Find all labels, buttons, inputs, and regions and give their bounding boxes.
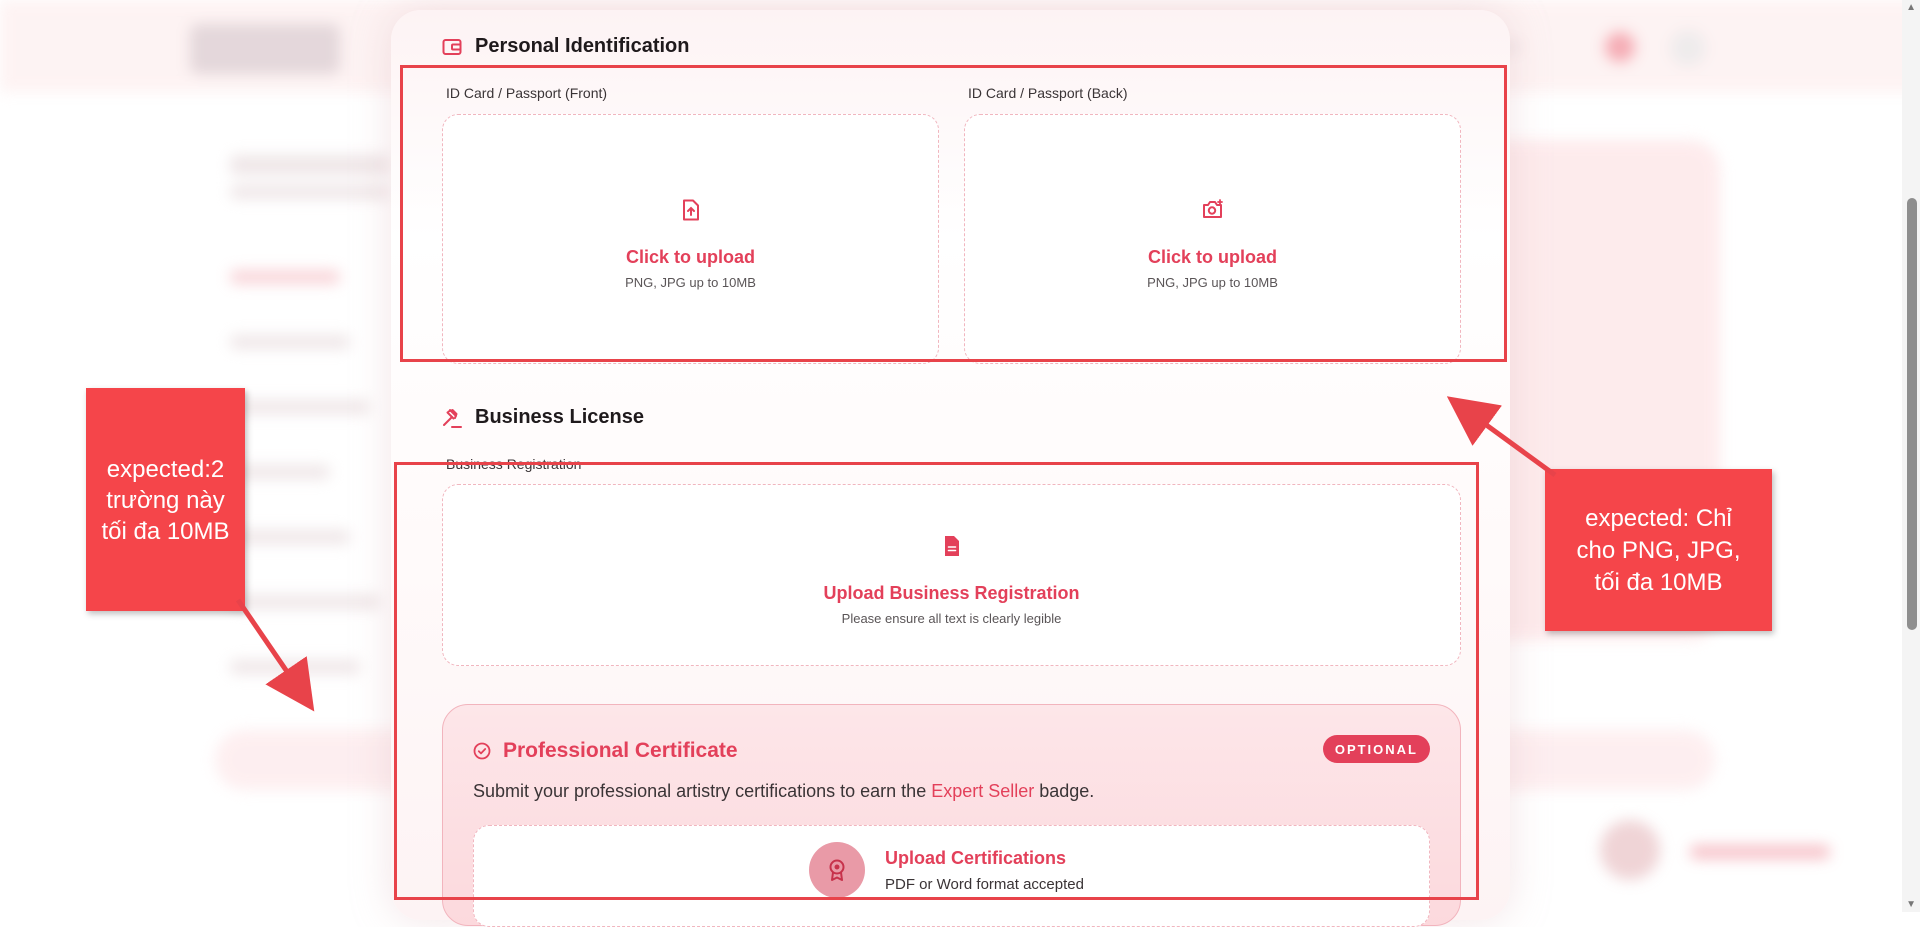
annotation-box-id-uploads bbox=[400, 65, 1507, 362]
wallet-icon bbox=[441, 36, 463, 58]
annotation-note-left: expected:2 trường này tối đa 10MB bbox=[86, 388, 245, 611]
annotation-note-right: expected: Chỉ cho PNG, JPG, tối đa 10MB bbox=[1545, 469, 1772, 631]
scroll-up-arrow-icon[interactable]: ▲ bbox=[1906, 2, 1916, 13]
gavel-icon bbox=[441, 407, 463, 429]
business-license-heading: Business License bbox=[441, 406, 644, 429]
annotation-box-business-uploads bbox=[394, 462, 1479, 900]
scrollbar-thumb[interactable] bbox=[1907, 198, 1917, 630]
background-logo bbox=[190, 24, 340, 74]
personal-identification-heading: Personal Identification bbox=[441, 35, 689, 58]
scroll-down-arrow-icon[interactable]: ▼ bbox=[1906, 899, 1916, 910]
page-scrollbar[interactable]: ▲ ▼ bbox=[1902, 0, 1920, 912]
